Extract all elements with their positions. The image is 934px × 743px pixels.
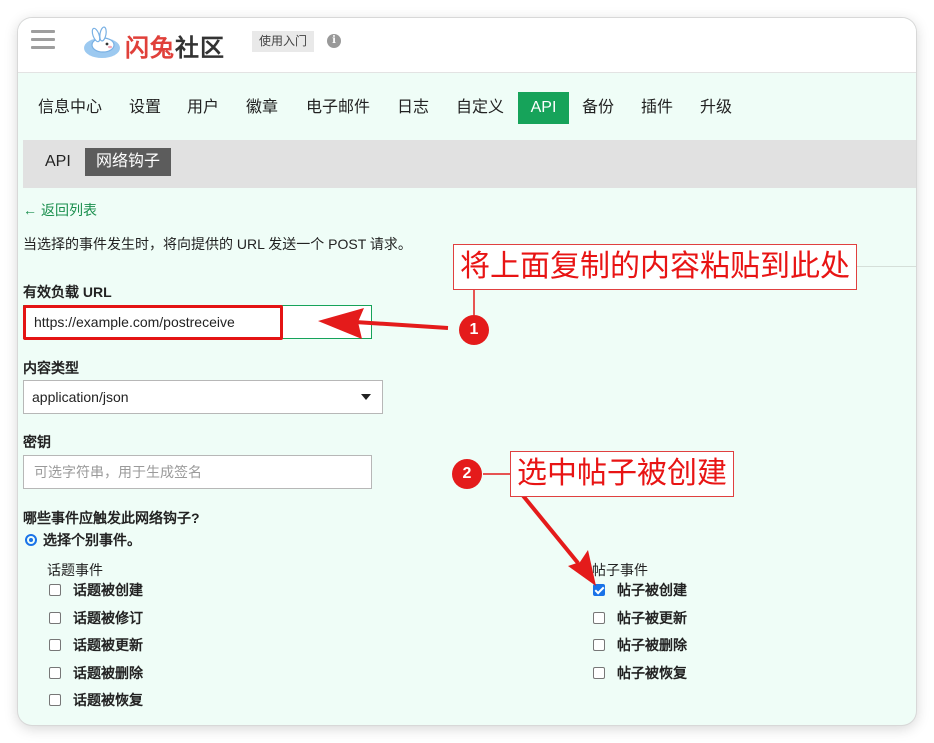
checkbox-topic-created[interactable]: 话题被创建 bbox=[49, 580, 143, 600]
events-question: 哪些事件应触发此网络钩子? bbox=[23, 510, 200, 526]
checkbox-topic-destroyed[interactable]: 话题被删除 bbox=[49, 663, 143, 683]
divider bbox=[458, 266, 916, 267]
checkbox-post-recovered[interactable]: 帖子被恢复 bbox=[593, 663, 687, 683]
checkbox-icon[interactable] bbox=[49, 694, 61, 706]
checkbox-icon[interactable] bbox=[593, 639, 605, 651]
checkbox-post-edited[interactable]: 帖子被更新 bbox=[593, 608, 687, 628]
hamburger-menu-icon[interactable] bbox=[31, 30, 55, 50]
individual-events-radio[interactable]: 选择个别事件。 bbox=[25, 530, 141, 550]
subnav-item-webhooks[interactable]: 网络钩子 bbox=[85, 148, 172, 176]
arrow-left-icon: ← bbox=[23, 202, 37, 218]
radio-selected-icon[interactable] bbox=[25, 534, 37, 546]
checkbox-label: 话题被更新 bbox=[73, 637, 143, 653]
nav-item-dashboard[interactable]: 信息中心 bbox=[35, 92, 105, 124]
individual-events-label: 选择个别事件。 bbox=[43, 532, 141, 548]
app-window: 闪兔社区 使用入门 i 信息中心 设置 用户 徽章 电子邮件 日志 自定义 AP… bbox=[18, 18, 916, 725]
payload-url-input[interactable] bbox=[23, 305, 372, 339]
topic-events-title: 话题事件 bbox=[47, 562, 103, 578]
payload-url-label: 有效负载 URL bbox=[23, 284, 112, 300]
checkbox-icon[interactable] bbox=[593, 612, 605, 624]
instructions-text: 当选择的事件发生时，将向提供的 URL 发送一个 POST 请求。 bbox=[23, 236, 412, 252]
checkbox-label: 话题被删除 bbox=[73, 665, 143, 681]
checkbox-label: 话题被创建 bbox=[73, 582, 143, 598]
nav-item-customize[interactable]: 自定义 bbox=[453, 92, 507, 124]
checkbox-label: 帖子被更新 bbox=[617, 610, 687, 626]
checkbox-icon[interactable] bbox=[49, 639, 61, 651]
nav-item-logs[interactable]: 日志 bbox=[395, 92, 431, 124]
checkbox-checked-icon[interactable] bbox=[593, 584, 605, 596]
site-logo[interactable]: 闪兔社区 bbox=[82, 26, 242, 62]
logo-text: 闪兔社区 bbox=[125, 35, 225, 62]
top-header: 闪兔社区 使用入门 i bbox=[18, 18, 916, 73]
info-icon[interactable]: i bbox=[327, 34, 341, 48]
post-events-title: 帖子事件 bbox=[592, 562, 648, 578]
checkbox-icon[interactable] bbox=[593, 667, 605, 679]
back-to-list-link[interactable]: ← 返回列表 bbox=[23, 200, 97, 220]
checkbox-label: 帖子被恢复 bbox=[617, 665, 687, 681]
nav-item-badges[interactable]: 徽章 bbox=[244, 92, 280, 124]
checkbox-label: 帖子被删除 bbox=[617, 637, 687, 653]
rabbit-logo-icon bbox=[84, 26, 120, 58]
content-type-label: 内容类型 bbox=[23, 360, 79, 376]
checkbox-post-destroyed[interactable]: 帖子被删除 bbox=[593, 635, 687, 655]
checkbox-topic-revised[interactable]: 话题被修订 bbox=[49, 608, 143, 628]
back-link-label: 返回列表 bbox=[41, 202, 97, 218]
secret-input[interactable] bbox=[23, 455, 372, 489]
checkbox-post-created[interactable]: 帖子被创建 bbox=[593, 580, 687, 600]
caret-down-icon bbox=[361, 394, 371, 400]
nav-item-backups[interactable]: 备份 bbox=[580, 92, 616, 124]
checkbox-topic-recovered[interactable]: 话题被恢复 bbox=[49, 690, 143, 710]
getting-started-button[interactable]: 使用入门 bbox=[252, 31, 315, 52]
checkbox-label: 话题被恢复 bbox=[73, 692, 143, 708]
content-type-select[interactable]: application/json bbox=[23, 380, 383, 414]
nav-item-upgrade[interactable]: 升级 bbox=[698, 92, 734, 124]
checkbox-topic-edited[interactable]: 话题被更新 bbox=[49, 635, 143, 655]
checkbox-icon[interactable] bbox=[49, 612, 61, 624]
sub-nav: API 网络钩子 bbox=[23, 140, 916, 188]
checkbox-icon[interactable] bbox=[49, 667, 61, 679]
nav-item-api[interactable]: API bbox=[518, 92, 569, 124]
nav-item-settings[interactable]: 设置 bbox=[127, 92, 163, 124]
secret-label: 密钥 bbox=[23, 434, 51, 450]
nav-item-email[interactable]: 电子邮件 bbox=[303, 92, 373, 124]
content-type-value: application/json bbox=[32, 389, 129, 405]
subnav-item-api[interactable]: API bbox=[34, 148, 82, 176]
checkbox-label: 帖子被创建 bbox=[617, 582, 687, 598]
checkbox-label: 话题被修订 bbox=[73, 610, 143, 626]
checkbox-icon[interactable] bbox=[49, 584, 61, 596]
nav-item-plugins[interactable]: 插件 bbox=[639, 92, 675, 124]
nav-item-users[interactable]: 用户 bbox=[185, 92, 221, 124]
